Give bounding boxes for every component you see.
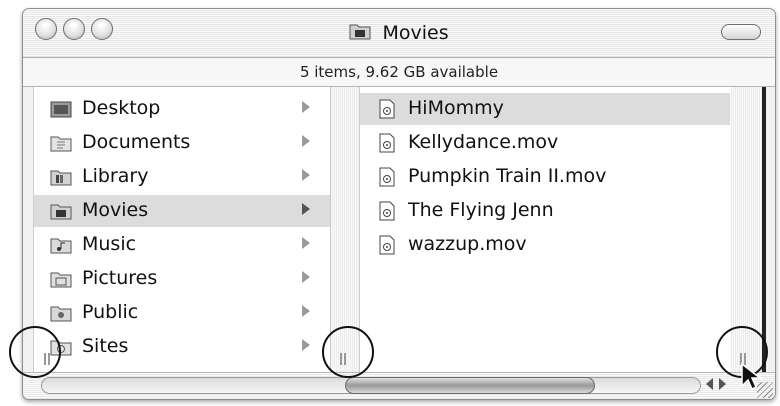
- annotation-circle: [322, 326, 374, 378]
- public-folder-icon: [50, 303, 72, 323]
- column-movies[interactable]: HiMommy Kellydance.mov Pumpkin Train II.…: [360, 87, 730, 372]
- movie-file-icon: [376, 235, 398, 255]
- item-label: The Flying Jenn: [408, 199, 554, 221]
- disclosure-arrow-icon: [302, 305, 310, 317]
- disclosure-arrow-icon: [302, 203, 310, 215]
- window-title-area: Movies: [23, 22, 775, 44]
- horizontal-scrollbar[interactable]: [23, 372, 775, 399]
- list-item-public[interactable]: Public: [34, 297, 330, 329]
- item-label: Library: [82, 165, 149, 187]
- disclosure-arrow-icon: [302, 169, 310, 181]
- library-folder-icon: [50, 167, 72, 187]
- movie-file-icon: [376, 99, 398, 119]
- folder-movies-icon: [349, 22, 371, 44]
- list-item-movies[interactable]: Movies: [34, 195, 330, 227]
- list-item-music[interactable]: Music: [34, 229, 330, 261]
- item-label: Movies: [82, 199, 149, 221]
- scroll-left-arrow-icon[interactable]: [706, 378, 713, 390]
- item-label: Sites: [82, 335, 129, 357]
- finder-window: Movies 5 items, 9.62 GB available Deskto…: [22, 8, 776, 400]
- next-column-edge: [762, 87, 766, 372]
- list-item-desktop[interactable]: Desktop: [34, 93, 330, 125]
- item-label: Kellydance.mov: [408, 131, 559, 153]
- movie-file-icon: [376, 133, 398, 153]
- list-item-library[interactable]: Library: [34, 161, 330, 193]
- item-label: Documents: [82, 131, 191, 153]
- list-item-kellydance[interactable]: Kellydance.mov: [360, 127, 730, 159]
- list-item-wazzup[interactable]: wazzup.mov: [360, 229, 730, 261]
- window-title: Movies: [382, 22, 449, 44]
- documents-folder-icon: [50, 133, 72, 153]
- disclosure-arrow-icon: [302, 135, 310, 147]
- list-item-flying-jenn[interactable]: The Flying Jenn: [360, 195, 730, 227]
- title-bar[interactable]: Movies: [23, 9, 775, 58]
- list-item-pumpkin-train[interactable]: Pumpkin Train II.mov: [360, 161, 730, 193]
- disclosure-arrow-icon: [302, 339, 310, 351]
- mouse-pointer-icon: [740, 362, 764, 396]
- column-home[interactable]: Desktop Documents Library Movies Music P…: [34, 87, 331, 372]
- disclosure-arrow-icon: [302, 101, 310, 113]
- list-item-pictures[interactable]: Pictures: [34, 263, 330, 295]
- item-label: HiMommy: [408, 97, 504, 119]
- item-label: Desktop: [82, 97, 161, 119]
- status-text: 5 items, 9.62 GB available: [299, 63, 499, 81]
- movie-file-icon: [376, 201, 398, 221]
- item-label: Public: [82, 301, 139, 323]
- disclosure-arrow-icon: [302, 237, 310, 249]
- list-item-himommy[interactable]: HiMommy: [360, 93, 730, 125]
- movie-file-icon: [376, 167, 398, 187]
- annotation-circle: [9, 326, 61, 378]
- item-label: Pictures: [82, 267, 158, 289]
- list-item-sites[interactable]: Sites: [34, 331, 330, 363]
- disclosure-arrow-icon: [302, 271, 310, 283]
- desktop-folder-icon: [50, 99, 72, 119]
- column-browser: Desktop Documents Library Movies Music P…: [33, 87, 766, 372]
- scroll-right-arrow-icon[interactable]: [719, 378, 726, 390]
- toolbar-toggle-button[interactable]: [721, 24, 761, 40]
- item-label: wazzup.mov: [408, 233, 527, 255]
- list-item-documents[interactable]: Documents: [34, 127, 330, 159]
- status-bar: 5 items, 9.62 GB available: [23, 58, 775, 87]
- pictures-folder-icon: [50, 269, 72, 289]
- item-label: Pumpkin Train II.mov: [408, 165, 607, 187]
- item-label: Music: [82, 233, 137, 255]
- movies-folder-icon: [50, 201, 72, 221]
- music-folder-icon: [50, 235, 72, 255]
- scroll-thumb[interactable]: [345, 377, 595, 394]
